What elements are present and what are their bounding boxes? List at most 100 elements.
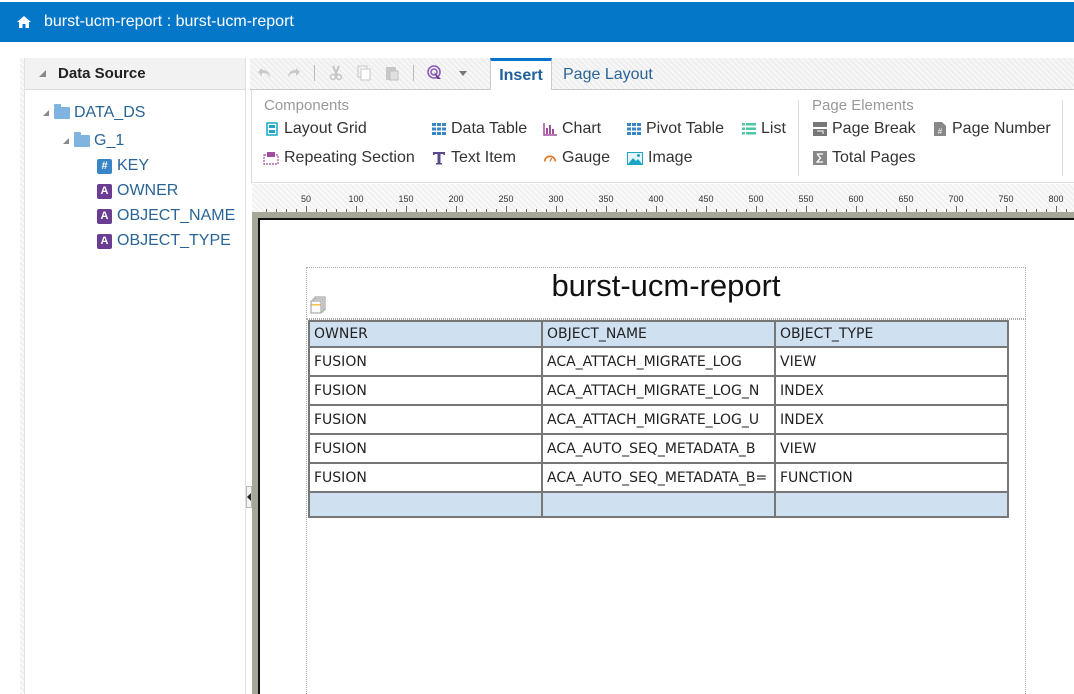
tree-node-g1[interactable]: G_1 (63, 132, 124, 150)
tree-node-owner[interactable]: A OWNER (97, 182, 178, 200)
components-group-title: Components (264, 97, 350, 114)
ruler-label: 650 (898, 194, 914, 204)
table-cell[interactable]: FUSION (308, 375, 543, 406)
total-pages-label: Total Pages (832, 149, 916, 166)
chart-button[interactable]: Chart (543, 120, 601, 138)
table-row: FUSION ACA_ATTACH_MIGRATE_LOG_U INDEX (308, 404, 1009, 435)
page-break-icon (813, 122, 827, 136)
total-pages-icon (813, 151, 827, 165)
table-cell[interactable]: FUNCTION (774, 462, 1009, 493)
pivot-table-button[interactable]: Pivot Table (627, 120, 724, 138)
footer-cell[interactable] (308, 491, 543, 518)
tree-node-label: OWNER (117, 182, 179, 199)
tree-node-key[interactable]: # KEY (97, 157, 149, 175)
table-row: FUSION ACA_ATTACH_MIGRATE_LOG_N INDEX (308, 375, 1009, 406)
table-cell[interactable]: INDEX (774, 404, 1009, 435)
repeating-section-label: Repeating Section (284, 149, 415, 166)
pivot-table-label: Pivot Table (646, 120, 724, 137)
tab-insert[interactable]: Insert (490, 58, 552, 91)
toolbar-separator (314, 65, 315, 81)
tree-node-label: KEY (117, 157, 150, 174)
horizontal-ruler: 50 100 150 200 250 300 350 400 450 500 550 600 650 70… (252, 194, 1074, 212)
table-row: FUSION ACA_AUTO_SEQ_METADATA_B= FUNCTION (308, 462, 1009, 493)
table-cell[interactable]: VIEW (774, 346, 1009, 377)
tree-node-data-ds[interactable]: DATA_DS (43, 104, 145, 122)
home-icon[interactable] (16, 14, 32, 30)
ruler-label: 50 (300, 194, 312, 204)
page-break-button[interactable]: Page Break (813, 120, 916, 138)
paste-icon[interactable] (383, 64, 401, 82)
ruler-label: 600 (848, 194, 864, 204)
total-pages-button[interactable]: Total Pages (813, 149, 916, 167)
copy-icon[interactable] (355, 64, 373, 82)
table-cell[interactable]: INDEX (774, 375, 1009, 406)
ribbon-separator (1062, 100, 1063, 176)
table-cell[interactable]: FUSION (308, 404, 543, 435)
table-cell[interactable]: FUSION (308, 462, 543, 493)
table-cell[interactable]: ACA_ATTACH_MIGRATE_LOG_N (541, 375, 776, 406)
table-cell[interactable]: ACA_ATTACH_MIGRATE_LOG (541, 346, 776, 377)
folder-icon (74, 132, 90, 147)
table-footer-row (308, 491, 1009, 518)
gauge-label: Gauge (562, 149, 611, 166)
text-field-icon: A (97, 208, 112, 224)
list-icon (742, 122, 756, 136)
table-cell[interactable]: VIEW (774, 433, 1009, 464)
text-item-button[interactable]: Text Item (432, 149, 516, 167)
footer-cell[interactable] (774, 491, 1009, 518)
column-header-object-name[interactable]: OBJECT_NAME (541, 320, 776, 348)
data-table-button[interactable]: Data Table (432, 120, 527, 138)
column-header-owner[interactable]: OWNER (308, 320, 543, 348)
data-table-icon (432, 122, 446, 136)
page-break-label: Page Break (832, 120, 916, 137)
pivot-table-icon (627, 122, 641, 136)
table-row: FUSION ACA_ATTACH_MIGRATE_LOG VIEW (308, 346, 1009, 377)
page-number-icon: # (933, 122, 947, 136)
cut-icon[interactable] (327, 64, 345, 82)
tree-node-object-name[interactable]: A OBJECT_NAME (97, 207, 235, 225)
chart-label: Chart (562, 120, 602, 137)
tree-node-label: DATA_DS (74, 104, 146, 121)
select-target-icon[interactable] (426, 64, 444, 82)
repeating-section-button[interactable]: Repeating Section (263, 149, 415, 167)
expand-triangle-icon[interactable] (63, 138, 69, 144)
dropdown-icon[interactable] (454, 64, 472, 82)
footer-cell[interactable] (541, 491, 776, 518)
undo-icon[interactable] (256, 64, 274, 82)
gauge-icon (543, 151, 557, 165)
folder-icon (54, 104, 70, 119)
data-source-panel: Data Source DATA_DS G_1 # KEY A OWNER A … (24, 58, 246, 694)
image-button[interactable]: Image (627, 149, 692, 167)
gauge-button[interactable]: Gauge (543, 149, 610, 167)
stacked-pages-icon[interactable] (310, 296, 326, 314)
collapse-triangle-icon[interactable] (39, 70, 46, 77)
page-number-button[interactable]: # Page Number (933, 120, 1051, 138)
text-item-icon (432, 151, 446, 165)
table-cell[interactable]: ACA_AUTO_SEQ_METADATA_B= (541, 462, 776, 493)
expand-triangle-icon[interactable] (43, 110, 49, 116)
column-header-object-type[interactable]: OBJECT_TYPE (774, 320, 1009, 348)
table-cell[interactable]: ACA_AUTO_SEQ_METADATA_B (541, 433, 776, 464)
tab-page-layout[interactable]: Page Layout (563, 58, 653, 91)
table-cell[interactable]: FUSION (308, 346, 543, 377)
report-title[interactable]: burst-ucm-report (306, 268, 1026, 304)
ribbon-separator (798, 100, 799, 176)
data-source-header[interactable]: Data Source (25, 58, 245, 90)
page-number-label: Page Number (952, 120, 1051, 137)
ruler-label: 400 (648, 194, 664, 204)
text-item-label: Text Item (451, 149, 516, 166)
list-button[interactable]: List (742, 120, 786, 138)
image-icon (627, 151, 643, 165)
layout-grid-button[interactable]: Layout Grid (265, 120, 367, 138)
ruler-label: 300 (548, 194, 564, 204)
redo-icon[interactable] (284, 64, 302, 82)
svg-text:#: # (938, 127, 943, 136)
toolbar-separator (413, 65, 414, 81)
table-cell[interactable]: ACA_ATTACH_MIGRATE_LOG_U (541, 404, 776, 435)
report-data-table[interactable]: OWNER OBJECT_NAME OBJECT_TYPE FUSION ACA… (308, 320, 1009, 518)
tree-node-label: G_1 (94, 132, 125, 149)
tree-node-object-type[interactable]: A OBJECT_TYPE (97, 232, 231, 250)
number-field-icon: # (97, 158, 112, 174)
page-title: burst-ucm-report : burst-ucm-report (44, 13, 294, 30)
table-cell[interactable]: FUSION (308, 433, 543, 464)
